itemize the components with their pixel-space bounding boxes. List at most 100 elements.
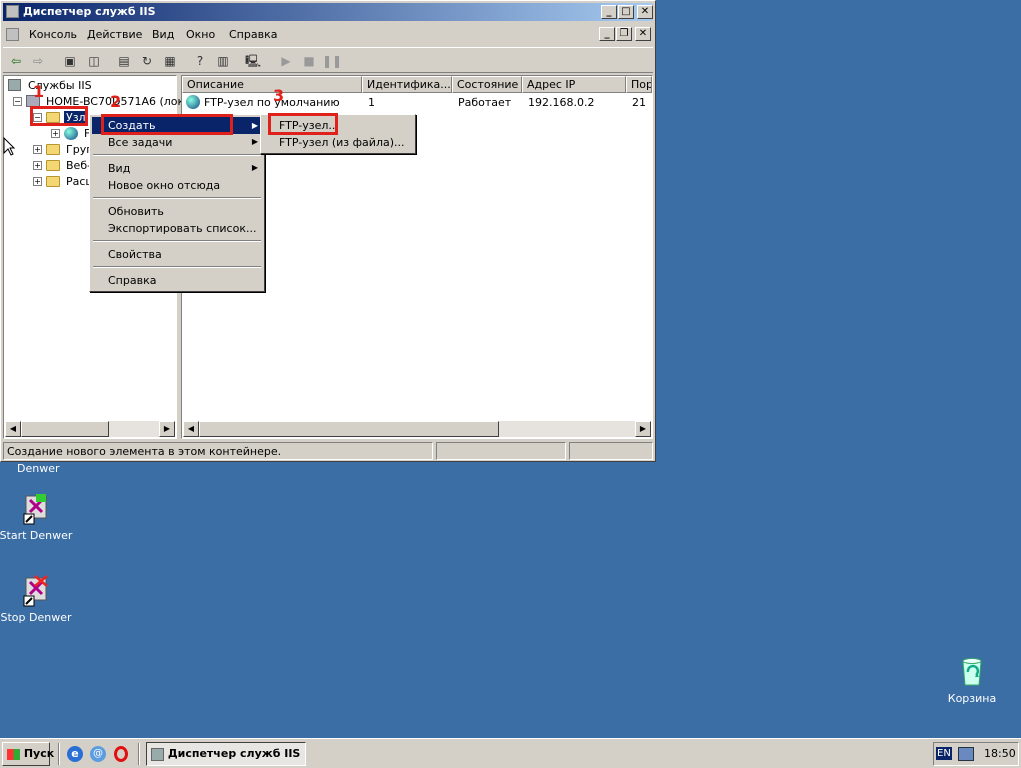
mouse-cursor-icon: [3, 137, 15, 156]
system-tray: EN 18:50: [933, 742, 1019, 766]
column-header-ip[interactable]: Адрес IP: [522, 76, 626, 93]
status-bar: Создание нового элемента в этом контейне…: [3, 442, 653, 460]
menu-item-view[interactable]: Вид: [92, 160, 262, 177]
menu-console[interactable]: Консоль: [29, 28, 77, 41]
desktop-icon-label: Start Denwer: [0, 529, 73, 542]
iis-app-icon: [151, 747, 164, 761]
menu-item-help[interactable]: Справка: [92, 272, 262, 289]
help-icon[interactable]: ?: [190, 51, 210, 71]
menu-item-export-list[interactable]: Экспортировать список...: [92, 220, 262, 237]
row-id: 1: [368, 96, 375, 109]
menu-separator: [93, 154, 261, 156]
scroll-right-icon[interactable]: ▶: [635, 421, 651, 437]
iis-app-icon: [6, 5, 19, 18]
forward-icon[interactable]: ⇨: [28, 51, 48, 71]
start-icon[interactable]: ▶: [276, 51, 296, 71]
tree-item-web-sites[interactable]: Веб-: [66, 159, 91, 172]
folder-icon: [46, 144, 60, 155]
annotation-box: [30, 106, 88, 126]
stop-icon[interactable]: ■: [299, 51, 319, 71]
opera-icon[interactable]: [114, 746, 128, 762]
menu-help[interactable]: Справка: [229, 28, 277, 41]
row-port: 21: [632, 96, 646, 109]
menu-item-new-window[interactable]: Новое окно отсюда: [92, 177, 262, 194]
internet-explorer-icon[interactable]: e: [67, 746, 83, 762]
menubar: Консоль Действие Вид Окно Справка _ ❐ ✕: [3, 25, 653, 45]
expand-icon[interactable]: +: [33, 145, 42, 154]
title-bar[interactable]: Диспетчер служб IIS _ □ ✕: [3, 3, 653, 21]
menu-item-all-tasks[interactable]: Все задачи: [92, 134, 262, 151]
column-header-port[interactable]: Пор: [626, 76, 652, 93]
menu-item-ftp-site-from-file[interactable]: FTP-узел (из файла)...: [263, 134, 413, 151]
row-ip: 192.168.0.2: [528, 96, 595, 109]
mdi-minimize-button[interactable]: _: [599, 27, 615, 41]
annotation-box: [101, 114, 233, 135]
menu-window[interactable]: Окно: [186, 28, 215, 41]
expand-icon[interactable]: +: [33, 177, 42, 186]
network-icon[interactable]: [958, 747, 974, 761]
scroll-left-icon[interactable]: ◀: [5, 421, 21, 437]
folder-icon: [46, 176, 60, 187]
mdi-restore-button[interactable]: ❐: [616, 27, 632, 41]
start-denwer-icon: [23, 494, 47, 525]
expand-icon[interactable]: +: [33, 161, 42, 170]
submenu-arrow-icon: ▶: [251, 163, 258, 172]
column-header-state[interactable]: Состояние: [452, 76, 522, 93]
scroll-thumb[interactable]: [21, 421, 109, 437]
desktop-icon-label: Stop Denwer: [0, 611, 72, 624]
toolbar: ⇦ ⇨ ▣ ◫ ▤ ↻ ▦ ? ▥ 🖳 ▶ ■ ❚❚: [3, 47, 653, 73]
mdi-close-button[interactable]: ✕: [635, 27, 651, 41]
menu-item-properties[interactable]: Свойства: [92, 246, 262, 263]
window-title: Диспетчер служб IIS: [23, 5, 156, 18]
windows-logo-icon: [7, 748, 20, 760]
menu-separator: [93, 240, 261, 242]
taskbar: Пуск e @ Диспетчер служб IIS EN 18:50: [0, 738, 1021, 768]
desktop-icon-stop-denwer[interactable]: Stop Denwer: [0, 574, 76, 624]
start-label: Пуск: [23, 747, 55, 760]
row-description: FTP-узел по умолчанию: [204, 96, 340, 109]
console-tree-icon[interactable]: ▥: [213, 51, 233, 71]
up-folder-icon[interactable]: ▣: [60, 51, 80, 71]
task-button-iis-manager[interactable]: Диспетчер служб IIS: [146, 742, 306, 766]
menu-separator: [93, 197, 261, 199]
iis-root-icon: [8, 79, 21, 91]
expand-icon[interactable]: +: [51, 129, 60, 138]
language-indicator[interactable]: EN: [936, 747, 952, 760]
desktop-icon-label: Корзина: [947, 692, 997, 705]
menu-action[interactable]: Действие: [87, 28, 142, 41]
outlook-express-icon[interactable]: @: [90, 746, 106, 762]
menu-item-refresh[interactable]: Обновить: [92, 203, 262, 220]
ftp-globe-icon: [186, 95, 200, 109]
pause-icon[interactable]: ❚❚: [322, 51, 342, 71]
refresh-icon[interactable]: ↻: [137, 51, 157, 71]
tree-horizontal-scrollbar[interactable]: ◀ ▶: [5, 421, 175, 437]
desktop-icon-start-denwer[interactable]: Start Denwer: [0, 492, 76, 542]
list-horizontal-scrollbar[interactable]: ◀ ▶: [183, 421, 651, 437]
back-icon[interactable]: ⇦: [6, 51, 26, 71]
submenu-arrow-icon: ▶: [251, 137, 258, 146]
annotation-number-2: 2: [110, 92, 122, 111]
scroll-right-icon[interactable]: ▶: [159, 421, 175, 437]
export-icon[interactable]: ▦: [160, 51, 180, 71]
close-button[interactable]: ✕: [637, 5, 653, 19]
minimize-button[interactable]: _: [601, 5, 617, 19]
properties-icon[interactable]: ▤: [114, 51, 134, 71]
maximize-button[interactable]: □: [618, 5, 634, 19]
status-panel: [436, 442, 566, 460]
submenu-arrow-icon: ▶: [251, 121, 258, 130]
ftp-globe-icon: [64, 127, 78, 140]
desktop-icon-recycle-bin[interactable]: Корзина: [932, 655, 1012, 705]
computer-icon[interactable]: 🖳: [243, 51, 263, 71]
column-header-description[interactable]: Описание: [182, 76, 362, 93]
start-button[interactable]: Пуск: [2, 742, 54, 766]
show-tree-icon[interactable]: ◫: [84, 51, 104, 71]
status-panel: [569, 442, 653, 460]
stop-denwer-icon: [23, 575, 48, 607]
scroll-thumb[interactable]: [199, 421, 499, 437]
collapse-icon[interactable]: −: [13, 97, 22, 106]
status-text: Создание нового элемента в этом контейне…: [3, 442, 433, 460]
scroll-left-icon[interactable]: ◀: [183, 421, 199, 437]
column-header-id[interactable]: Идентифика...: [362, 76, 452, 93]
context-menu: Создать ▶ Все задачи ▶ Вид ▶ Новое окно …: [89, 114, 265, 292]
menu-view[interactable]: Вид: [152, 28, 174, 41]
